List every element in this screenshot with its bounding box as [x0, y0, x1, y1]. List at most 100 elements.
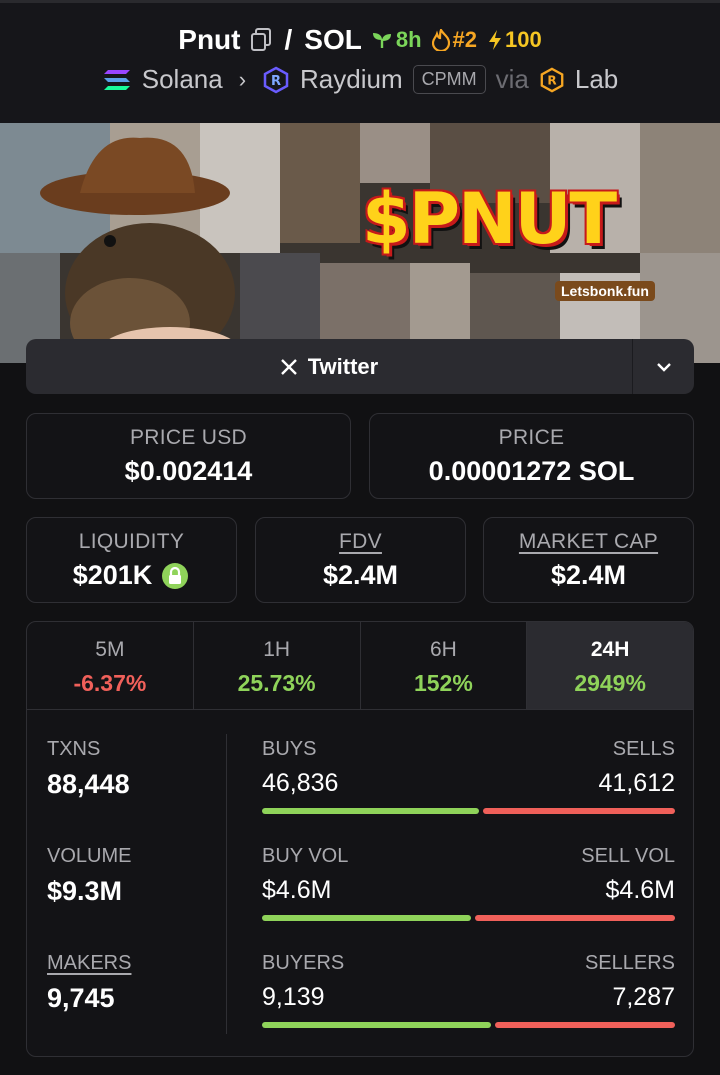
- sellers-label: SELLERS: [584, 952, 675, 974]
- tab-change: -6.37%: [73, 670, 147, 696]
- buy-sell-volume-bar: [262, 915, 675, 921]
- sell-bar-fill: [495, 1022, 675, 1028]
- tab-1h[interactable]: 1H 25.73%: [194, 622, 361, 709]
- makers-value: 9,745: [47, 983, 115, 1013]
- sell-vol-value: $4.6M: [605, 876, 675, 904]
- makers-label[interactable]: MAKERS: [47, 952, 131, 975]
- tab-change: 25.73%: [237, 670, 316, 696]
- txns-label: TXNS: [47, 738, 101, 760]
- buyers-label: BUYERS: [262, 952, 345, 974]
- sprout-icon: [372, 33, 391, 48]
- tab-24h[interactable]: 24H 2949%: [527, 622, 693, 709]
- sellers-value: 7,287: [612, 983, 675, 1011]
- buy-vol-label: BUY VOL: [262, 845, 349, 867]
- pool-type-pill: CPMM: [412, 65, 486, 94]
- copy-icon[interactable]: [250, 28, 272, 52]
- quote-symbol: SOL: [304, 24, 362, 55]
- timeframe-tabs: 5M -6.37% 1H 25.73% 6H 152% 24H 2949%: [27, 622, 693, 710]
- txns-value: 88,448: [47, 769, 130, 799]
- buy-bar-fill: [262, 1022, 491, 1028]
- liquidity-value: $201K: [72, 560, 153, 590]
- buyers-sellers-bar: [262, 1022, 675, 1028]
- buyers-value: 9,139: [262, 983, 325, 1011]
- fdv-card: FDV $2.4M: [255, 517, 466, 603]
- chain-dex-row: Solana › R Raydium CPMM via R Lab: [0, 64, 720, 95]
- tab-change: 152%: [413, 670, 473, 696]
- trending-rank: #2: [452, 27, 477, 52]
- price-usd-value: $0.002414: [124, 456, 253, 486]
- fdv-value: $2.4M: [322, 560, 399, 590]
- boost-badge[interactable]: 100: [487, 27, 542, 53]
- svg-text:R: R: [271, 74, 281, 89]
- pair-age: 8h: [395, 27, 422, 52]
- via-label: via: [495, 64, 529, 94]
- pair-title-row: Pnut / SOL 8h #2 100: [0, 24, 720, 56]
- liquidity-label: LIQUIDITY: [78, 530, 185, 553]
- token-header: Pnut / SOL 8h #2 100 Solana › R Raydium …: [0, 0, 720, 123]
- sell-vol-label: SELL VOL: [581, 845, 675, 867]
- banner-caption: Letsbonk.fun: [555, 281, 655, 301]
- fdv-label[interactable]: FDV: [256, 530, 465, 554]
- token-banner-image: $PNUT Letsbonk.fun: [0, 123, 720, 363]
- boost-count: 100: [505, 27, 542, 52]
- tab-label: 5M: [95, 638, 125, 661]
- launchpad-name[interactable]: Lab: [575, 64, 618, 95]
- buys-sells-bar: [262, 808, 675, 814]
- buyers-sellers-pair: BUYERS SELLERS 9,139 7,287: [262, 952, 675, 1028]
- svg-text:R: R: [547, 73, 557, 87]
- tab-6h[interactable]: 6H 152%: [361, 622, 528, 709]
- socials-bar: Twitter: [26, 339, 694, 394]
- makers-metric: MAKERS 9,745: [47, 952, 131, 1014]
- banner-headline: $PNUT: [362, 178, 617, 260]
- launchpad-icon: R: [540, 67, 564, 92]
- fire-icon: [431, 29, 450, 51]
- tab-5m[interactable]: 5M -6.37%: [27, 622, 194, 709]
- buys-label: BUYS: [262, 738, 317, 760]
- lock-icon[interactable]: [160, 561, 190, 591]
- lightning-icon: [489, 30, 501, 50]
- volume-value: $9.3M: [47, 876, 123, 906]
- price-native-value: 0.00001272 SOL: [428, 456, 635, 486]
- price-usd-label: PRICE USD: [129, 426, 248, 449]
- twitter-button[interactable]: Twitter: [26, 339, 632, 394]
- buy-vol-value: $4.6M: [262, 876, 332, 904]
- chain-name[interactable]: Solana: [142, 64, 223, 95]
- price-native-label: PRICE: [498, 426, 565, 449]
- price-native-card: PRICE 0.00001272 SOL: [369, 413, 694, 499]
- liquidity-card: LIQUIDITY $201K: [26, 517, 237, 603]
- chevron-down-icon: [656, 362, 671, 372]
- pair-age-badge: 8h: [372, 27, 422, 53]
- market-cap-card: MARKET CAP $2.4M: [483, 517, 694, 603]
- top-divider: [0, 0, 720, 3]
- buy-bar-fill: [262, 915, 471, 921]
- market-cap-label[interactable]: MARKET CAP: [484, 530, 693, 554]
- sell-bar-fill: [483, 808, 675, 814]
- market-cap-value: $2.4M: [550, 560, 627, 590]
- sells-value: 41,612: [598, 769, 675, 797]
- trading-stats-panel: 5M -6.37% 1H 25.73% 6H 152% 24H 2949% TX…: [26, 621, 694, 1057]
- pair-separator: /: [284, 24, 293, 55]
- tab-label: 6H: [429, 638, 457, 661]
- tab-label: 1H: [263, 638, 291, 661]
- chevron-right-icon: ›: [238, 66, 247, 92]
- x-logo-icon: [280, 358, 297, 375]
- solana-icon: [103, 69, 130, 90]
- volume-label: VOLUME: [47, 845, 132, 867]
- trending-rank-badge[interactable]: #2: [431, 27, 477, 53]
- buy-bar-fill: [262, 808, 479, 814]
- raydium-icon: R: [263, 66, 289, 93]
- sells-label: SELLS: [612, 738, 675, 760]
- tab-change: 2949%: [574, 670, 646, 696]
- price-usd-card: PRICE USD $0.002414: [26, 413, 351, 499]
- sell-bar-fill: [475, 915, 675, 921]
- column-divider: [226, 734, 227, 1034]
- txns-metric: TXNS 88,448: [47, 738, 130, 800]
- tab-label: 24H: [590, 638, 630, 661]
- dex-name[interactable]: Raydium: [300, 64, 403, 95]
- twitter-label: Twitter: [307, 353, 379, 379]
- volume-metric: VOLUME $9.3M: [47, 845, 131, 907]
- buys-value: 46,836: [262, 769, 339, 797]
- socials-dropdown-button[interactable]: [632, 339, 694, 394]
- buys-sells-pair: BUYS SELLS 46,836 41,612: [262, 738, 675, 814]
- buy-sell-volume-pair: BUY VOL SELL VOL $4.6M $4.6M: [262, 845, 675, 921]
